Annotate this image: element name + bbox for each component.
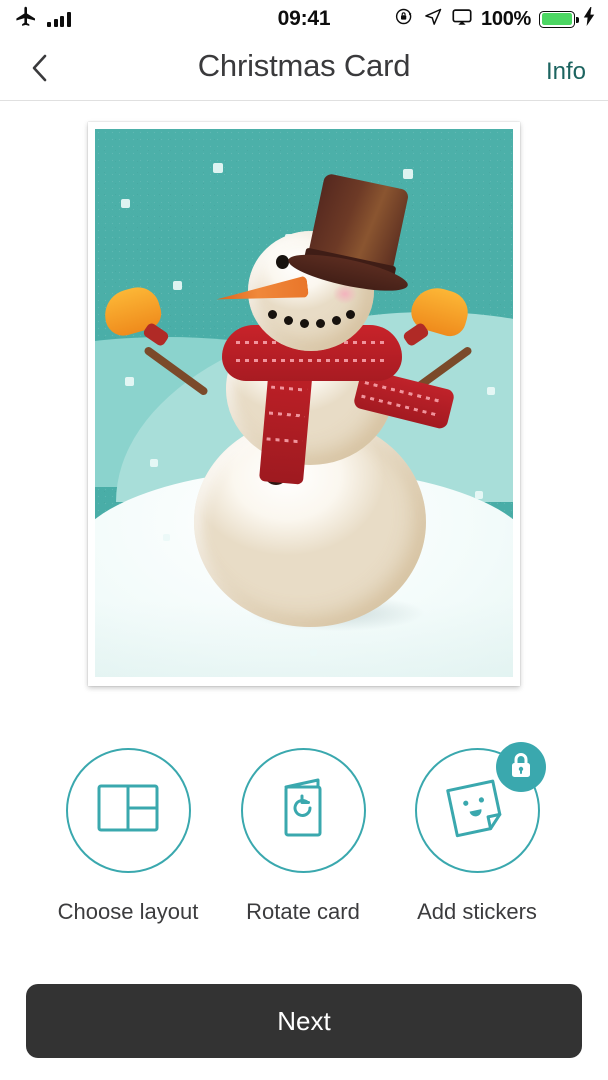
card-artwork xyxy=(95,129,513,677)
lock-badge xyxy=(495,742,546,792)
location-arrow-icon xyxy=(423,7,443,32)
snowman-illustration xyxy=(99,172,474,639)
rotation-lock-icon xyxy=(394,6,415,32)
snowflake xyxy=(403,169,413,179)
navigation-divider xyxy=(0,100,608,101)
lightning-bolt-icon xyxy=(583,7,596,31)
page-title: Christmas Card xyxy=(197,48,411,83)
rotate-card-icon xyxy=(274,777,332,844)
choose-layout-label: Choose layout xyxy=(57,899,199,924)
choose-layout-action[interactable]: Choose layout xyxy=(43,748,213,925)
add-stickers-label: Add stickers xyxy=(417,899,537,924)
action-row: Choose layout Rotate card Add stickers xyxy=(0,742,608,948)
airplay-icon xyxy=(451,6,473,33)
next-button[interactable]: Next xyxy=(26,984,582,1058)
battery-percent-label: 100% xyxy=(481,7,531,30)
navigation-bar: Christmas Card Info xyxy=(0,38,608,100)
battery-icon xyxy=(539,10,579,28)
add-stickers-action[interactable]: Add stickers xyxy=(392,742,562,925)
status-bar-right: 100% xyxy=(394,6,596,33)
sticker-smiley-icon xyxy=(442,773,512,848)
rotate-card-label: Rotate card xyxy=(246,899,360,924)
rotate-card-circle[interactable] xyxy=(240,748,366,873)
snowflake xyxy=(125,377,134,386)
status-bar: 09:41 100% xyxy=(0,0,608,38)
snowflake xyxy=(121,199,130,208)
app-screen: 09:41 100% Christmas Card Info Choose la… xyxy=(0,0,608,1080)
scarf-zigzag xyxy=(268,411,305,418)
choose-layout-circle[interactable] xyxy=(65,748,191,873)
rotate-card-action[interactable]: Rotate card xyxy=(218,748,388,925)
snowflake xyxy=(213,163,223,173)
scarf-zigzag xyxy=(271,385,308,392)
snowflake xyxy=(310,649,317,656)
layout-grid-icon xyxy=(97,784,159,837)
scarf-zigzag xyxy=(266,437,303,444)
lock-icon xyxy=(508,751,534,784)
card-preview[interactable] xyxy=(88,122,520,686)
scarf-zigzag xyxy=(236,359,388,362)
add-stickers-circle[interactable] xyxy=(414,742,546,873)
coal-eye-left xyxy=(276,255,289,269)
snowflake xyxy=(150,459,158,467)
info-button[interactable]: Info xyxy=(546,58,586,86)
snowflake xyxy=(475,491,483,499)
snowflake xyxy=(487,387,495,395)
